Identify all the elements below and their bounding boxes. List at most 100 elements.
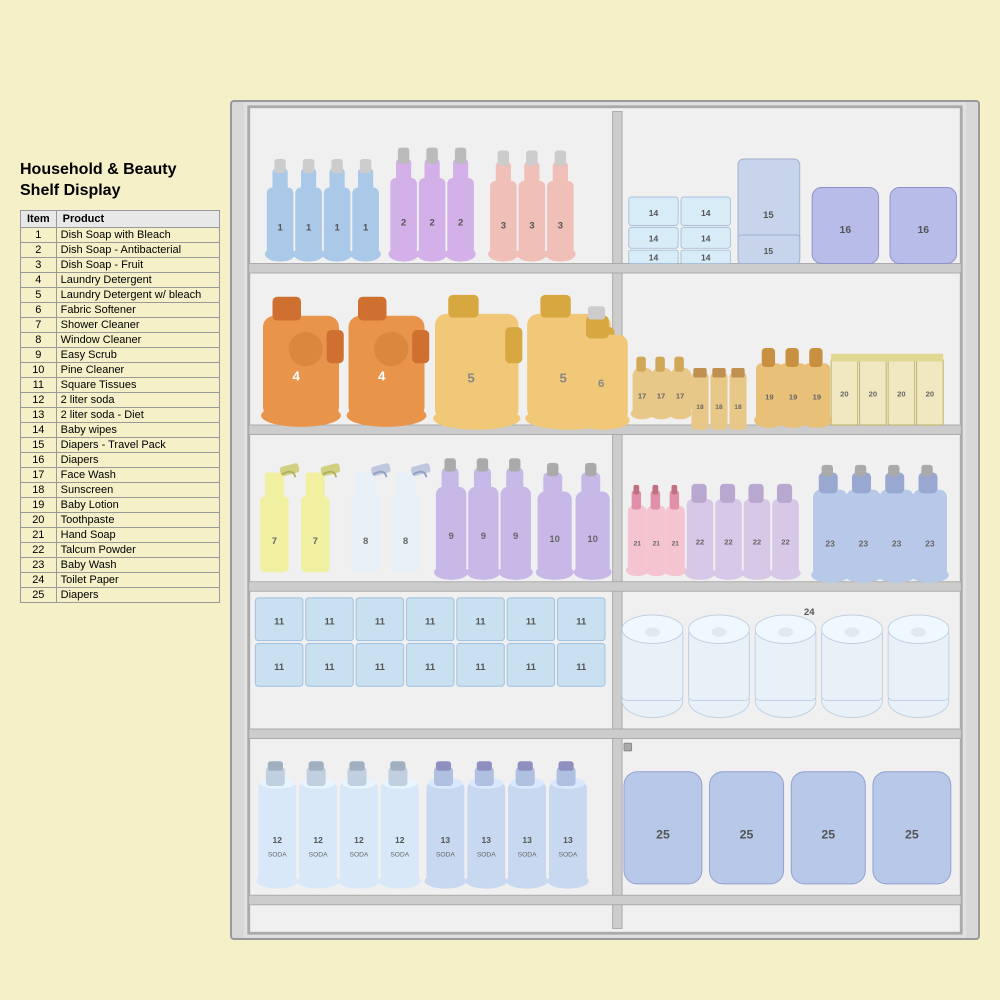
legend-row: 16Diapers — [21, 452, 220, 467]
legend-item-name: Diapers - Travel Pack — [56, 437, 219, 452]
svg-text:11: 11 — [476, 662, 487, 673]
svg-text:14: 14 — [649, 208, 659, 218]
svg-text:2: 2 — [429, 218, 434, 229]
legend-item-number: 2 — [21, 242, 57, 257]
svg-text:11: 11 — [425, 662, 436, 673]
svg-text:11: 11 — [576, 662, 587, 673]
svg-text:SODA: SODA — [390, 851, 409, 858]
svg-text:3: 3 — [558, 220, 563, 231]
svg-text:8: 8 — [403, 536, 408, 547]
legend-item-number: 3 — [21, 257, 57, 272]
svg-text:1: 1 — [306, 222, 312, 233]
legend-item-number: 16 — [21, 452, 57, 467]
legend-row: 2Dish Soap - Antibacterial — [21, 242, 220, 257]
svg-text:22: 22 — [753, 538, 761, 547]
legend-item-number: 14 — [21, 422, 57, 437]
legend-row: 9Easy Scrub — [21, 347, 220, 362]
svg-text:13: 13 — [441, 835, 451, 845]
legend-row: 25Diapers — [21, 587, 220, 602]
legend-item-name: Baby wipes — [56, 422, 219, 437]
legend-item-name: Toilet Paper — [56, 572, 219, 587]
legend-item-name: Dish Soap - Antibacterial — [56, 242, 219, 257]
svg-text:5: 5 — [559, 370, 567, 385]
svg-text:22: 22 — [724, 538, 732, 547]
legend-item-name: Fabric Softener — [56, 302, 219, 317]
legend-row: 10Pine Cleaner — [21, 362, 220, 377]
svg-text:25: 25 — [905, 827, 919, 841]
legend-item-number: 19 — [21, 497, 57, 512]
legend-item-number: 24 — [21, 572, 57, 587]
svg-text:16: 16 — [840, 225, 852, 236]
legend-item-number: 22 — [21, 542, 57, 557]
svg-text:11: 11 — [526, 662, 537, 673]
svg-text:10: 10 — [549, 534, 560, 545]
legend-row: 132 liter soda - Diet — [21, 407, 220, 422]
svg-text:17: 17 — [657, 391, 665, 400]
legend-item-name: Laundry Detergent w/ bleach — [56, 287, 219, 302]
svg-text:20: 20 — [840, 390, 848, 399]
svg-text:2: 2 — [401, 218, 406, 229]
legend-item-number: 1 — [21, 227, 57, 242]
legend-item-name: 2 liter soda — [56, 392, 219, 407]
legend-row: 15Diapers - Travel Pack — [21, 437, 220, 452]
svg-text:20: 20 — [926, 390, 934, 399]
legend-item-number: 20 — [21, 512, 57, 527]
svg-text:8: 8 — [363, 536, 368, 547]
legend-item-number: 4 — [21, 272, 57, 287]
svg-text:6: 6 — [598, 378, 604, 390]
svg-text:16: 16 — [917, 225, 929, 236]
left-panel: Household & BeautyShelf Display Item Pro… — [20, 100, 225, 613]
legend-item-name: Baby Wash — [56, 557, 219, 572]
legend-item-name: Diapers — [56, 452, 219, 467]
svg-text:21: 21 — [672, 541, 680, 548]
shelf-svg: 1 1 1 1 — [232, 102, 978, 938]
legend-item-name: Laundry Detergent — [56, 272, 219, 287]
legend-table: Item Product 1Dish Soap with Bleach2Dish… — [20, 210, 220, 603]
legend-item-name: Baby Lotion — [56, 497, 219, 512]
legend-item-name: Face Wash — [56, 467, 219, 482]
svg-text:1: 1 — [363, 222, 369, 233]
page-title: Household & BeautyShelf Display — [20, 160, 225, 202]
svg-text:25: 25 — [821, 827, 835, 841]
legend-item-name: Pine Cleaner — [56, 362, 219, 377]
legend-item-name: Square Tissues — [56, 377, 219, 392]
svg-text:14: 14 — [701, 208, 711, 218]
legend-item-name: Dish Soap with Bleach — [56, 227, 219, 242]
svg-text:11: 11 — [526, 617, 537, 628]
svg-text:SODA: SODA — [268, 851, 287, 858]
legend-row: 20Toothpaste — [21, 512, 220, 527]
svg-text:22: 22 — [781, 538, 789, 547]
svg-text:SODA: SODA — [350, 851, 369, 858]
svg-text:11: 11 — [324, 617, 335, 628]
svg-text:SODA: SODA — [518, 851, 537, 858]
svg-text:2: 2 — [458, 218, 463, 229]
legend-item-name: Sunscreen — [56, 482, 219, 497]
svg-text:25: 25 — [740, 827, 754, 841]
legend-item-name: Toothpaste — [56, 512, 219, 527]
legend-row: 1Dish Soap with Bleach — [21, 227, 220, 242]
svg-text:24: 24 — [804, 607, 815, 618]
legend-item-name: Diapers — [56, 587, 219, 602]
svg-text:14: 14 — [649, 253, 659, 263]
svg-text:9: 9 — [481, 531, 486, 542]
legend-item-name: Shower Cleaner — [56, 317, 219, 332]
legend-row: 122 liter soda — [21, 392, 220, 407]
svg-text:7: 7 — [313, 536, 318, 547]
svg-text:17: 17 — [638, 391, 646, 400]
legend-item-number: 25 — [21, 587, 57, 602]
svg-text:10: 10 — [587, 534, 598, 545]
svg-text:SODA: SODA — [309, 851, 328, 858]
svg-text:5: 5 — [467, 370, 475, 385]
legend-item-number: 7 — [21, 317, 57, 332]
legend-row: 3Dish Soap - Fruit — [21, 257, 220, 272]
legend-row: 11Square Tissues — [21, 377, 220, 392]
svg-text:22: 22 — [696, 538, 704, 547]
svg-text:18: 18 — [715, 404, 723, 411]
svg-text:11: 11 — [324, 662, 335, 673]
legend-item-number: 10 — [21, 362, 57, 377]
svg-text:7: 7 — [272, 536, 277, 547]
legend-row: 6Fabric Softener — [21, 302, 220, 317]
legend-item-name: 2 liter soda - Diet — [56, 407, 219, 422]
svg-text:13: 13 — [522, 835, 532, 845]
legend-row: 4Laundry Detergent — [21, 272, 220, 287]
